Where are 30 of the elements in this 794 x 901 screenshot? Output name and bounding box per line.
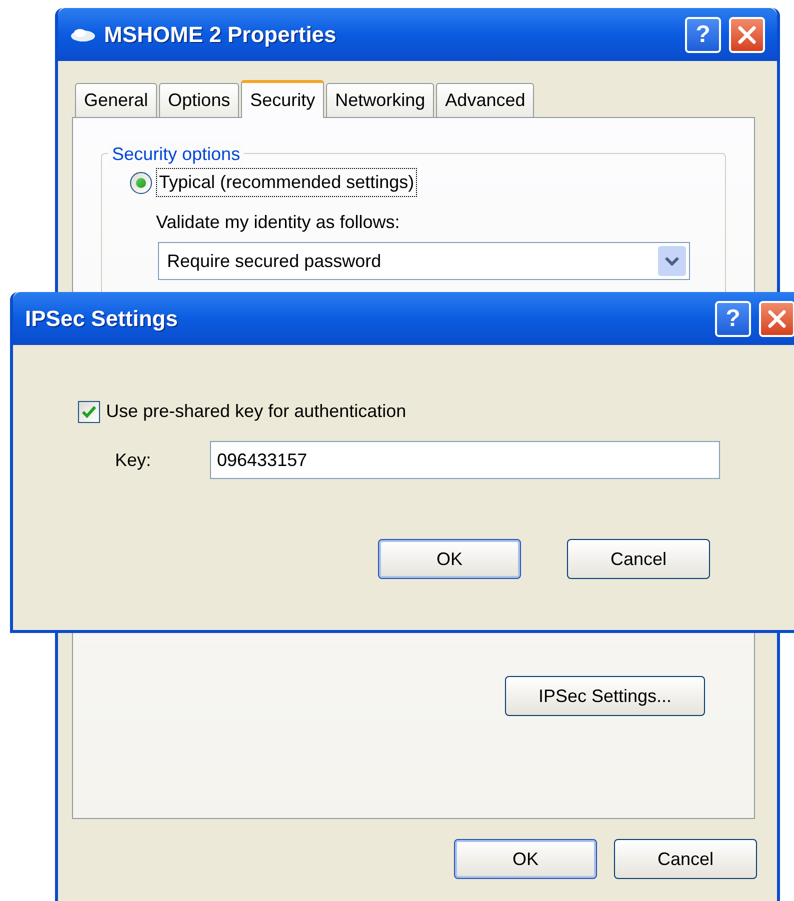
radio-button[interactable] [130,172,152,194]
dropdown-value: Require secured password [167,250,382,273]
window-title: IPSec Settings [25,305,178,333]
close-button[interactable] [759,300,794,336]
ok-button[interactable]: OK [454,839,597,879]
close-icon [737,24,757,44]
close-button[interactable] [729,16,765,52]
close-icon [767,308,787,328]
tab[interactable]: Networking [326,83,434,117]
checkmark-icon [81,404,97,418]
help-button[interactable]: ? [715,300,751,336]
cancel-button[interactable]: Cancel [567,539,710,579]
identity-dropdown[interactable]: Require secured password [158,242,690,280]
cloud-icon [70,28,96,42]
ok-button[interactable]: OK [378,539,521,579]
ipsec-settings-button[interactable]: IPSec Settings... [505,676,705,716]
tab[interactable]: Advanced [436,83,534,117]
help-button[interactable]: ? [685,16,721,52]
chevron-down-icon [658,246,686,276]
cancel-button[interactable]: Cancel [614,839,757,879]
checkbox[interactable] [78,400,100,422]
validate-label: Validate my identity as follows: [156,211,401,234]
key-field[interactable]: 096433157 [210,441,720,479]
checkbox-label[interactable]: Use pre-shared key for authentication [106,398,406,425]
window-title: MSHOME 2 Properties [104,21,336,49]
radio-label[interactable]: Typical (recommended settings) [156,168,418,197]
tab[interactable]: General [75,83,158,117]
key-label: Key: [115,448,152,472]
tab[interactable]: Options [159,83,240,117]
tab[interactable]: Security [241,80,324,118]
